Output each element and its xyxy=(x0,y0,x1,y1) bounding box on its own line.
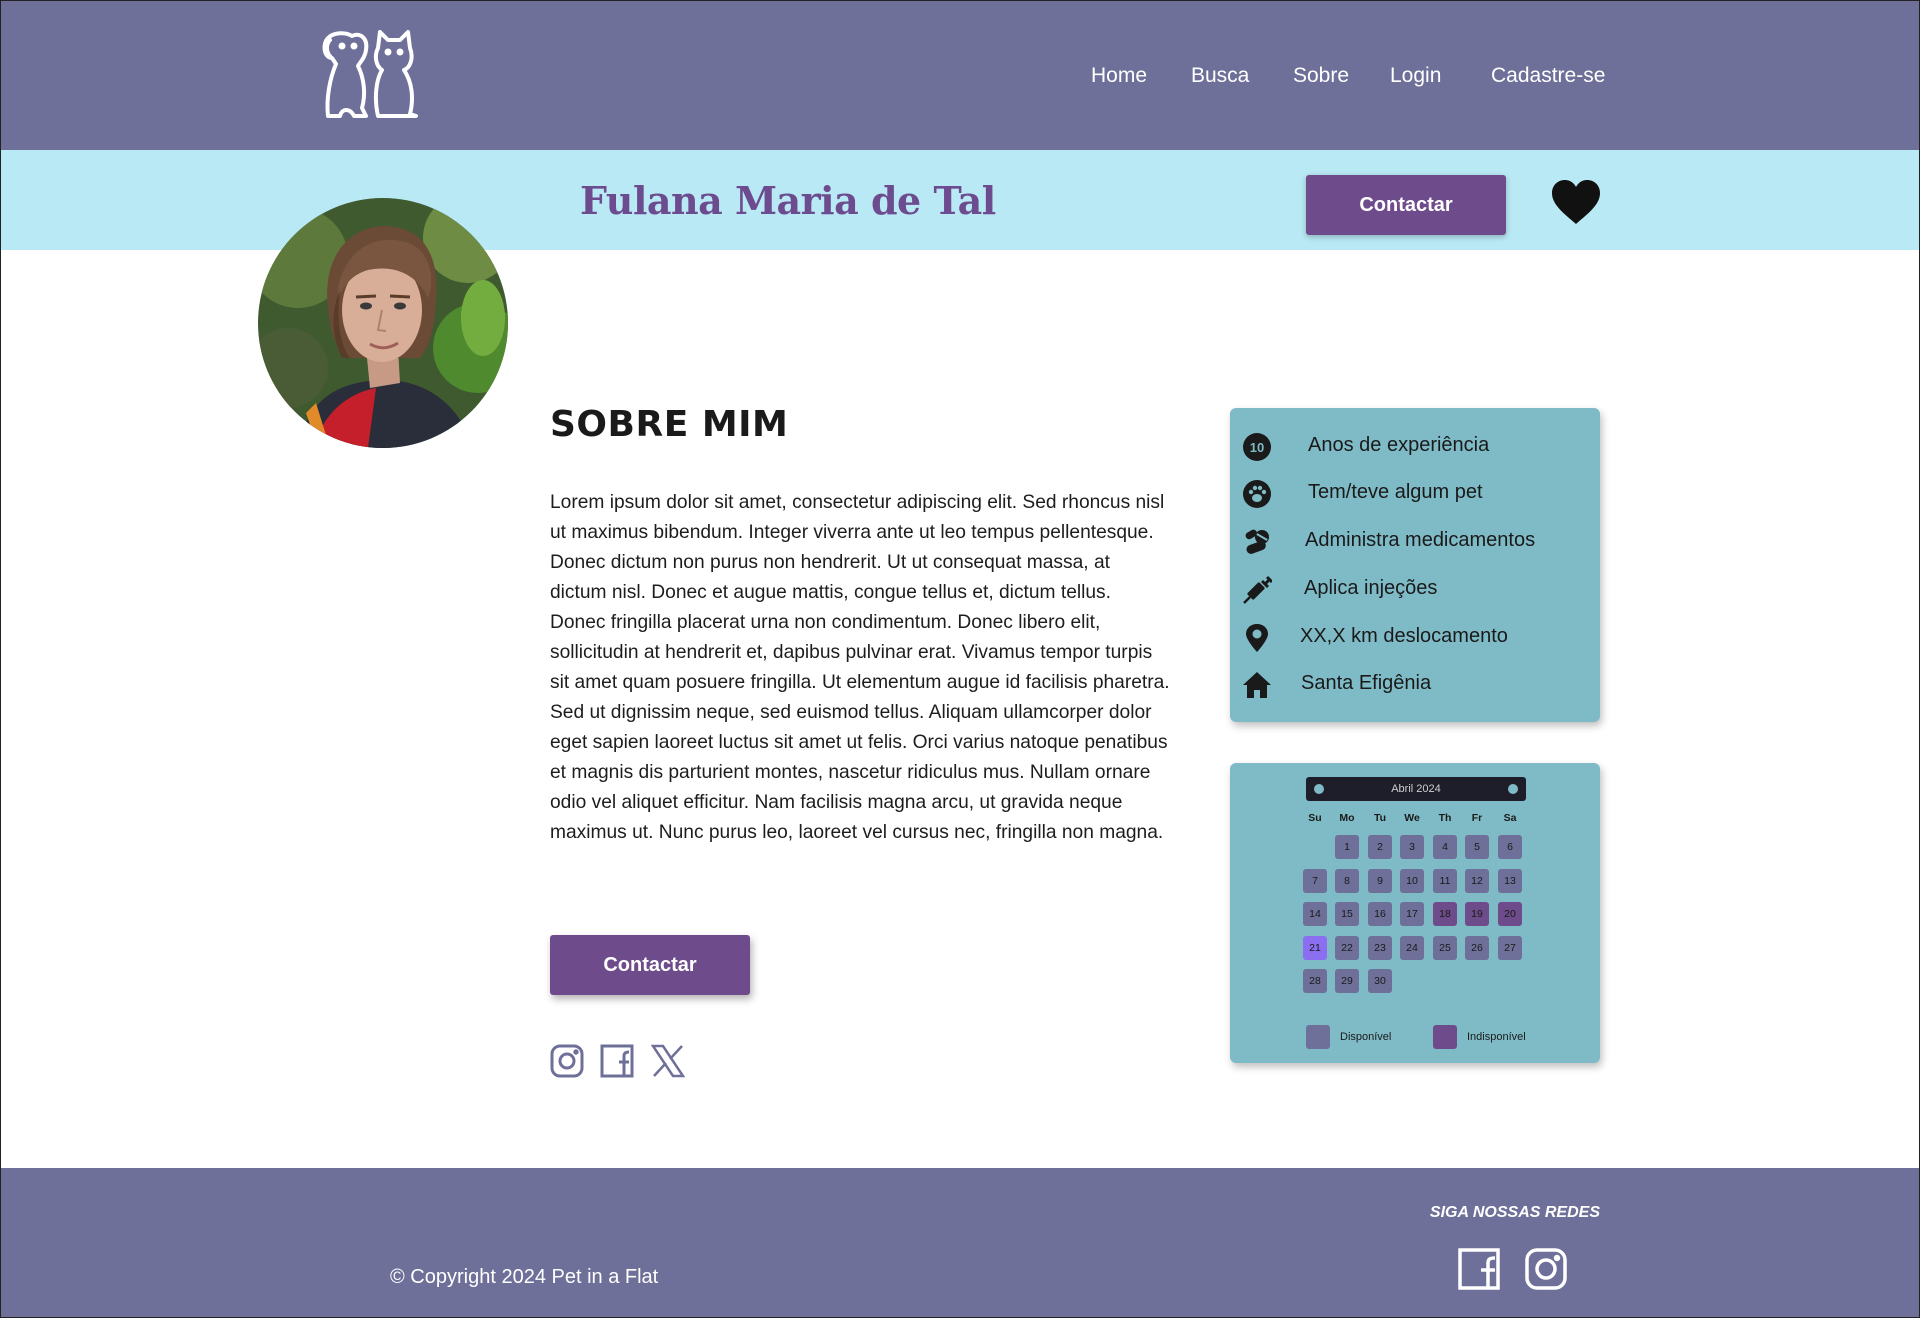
calendar-next-button[interactable] xyxy=(1508,784,1518,794)
calendar-day[interactable]: 3 xyxy=(1400,835,1424,859)
calendar-day[interactable]: 11 xyxy=(1433,868,1457,893)
info-item-medication: Administra medicamentos xyxy=(1230,521,1600,561)
info-item-distance: XX,X km deslocamento xyxy=(1230,617,1600,657)
calendar-day[interactable]: 28 xyxy=(1303,969,1327,993)
location-pin-icon xyxy=(1246,624,1268,652)
calendar-day[interactable]: 7 xyxy=(1303,868,1327,893)
paw-icon xyxy=(1243,480,1271,508)
contact-button-main[interactable]: Contactar xyxy=(550,935,750,995)
profile-social-links xyxy=(550,1044,700,1078)
experience-badge-text: 10 xyxy=(1250,440,1264,455)
contact-button-top[interactable]: Contactar xyxy=(1306,175,1506,235)
footer-facebook-icon[interactable] xyxy=(1458,1248,1500,1290)
info-label-experience: Anos de experiência xyxy=(1308,434,1490,456)
calendar-month-label: Abril 2024 xyxy=(1391,783,1441,795)
calendar-day[interactable]: 15 xyxy=(1335,902,1359,926)
nav-login[interactable]: Login xyxy=(1390,58,1441,94)
calendar-day[interactable]: 18 xyxy=(1433,902,1457,926)
calendar-day[interactable]: 24 xyxy=(1400,935,1424,960)
legend-available-swatch xyxy=(1306,1025,1330,1049)
calendar-day[interactable]: 19 xyxy=(1465,902,1489,926)
facebook-icon[interactable] xyxy=(600,1044,634,1078)
calendar-weekday: Sa xyxy=(1503,812,1517,824)
calendar-weekday: Su xyxy=(1308,812,1322,824)
availability-calendar: Abril 2024 Disponível Indisponível Su Mo T… xyxy=(1230,763,1600,1063)
site-footer: © Copyright 2024 Pet in a Flat SIGA NOSS… xyxy=(0,1168,1920,1318)
calendar-day[interactable]: 2 xyxy=(1368,835,1392,859)
nav-busca[interactable]: Busca xyxy=(1191,58,1249,94)
calendar-weekday: Th xyxy=(1438,812,1452,824)
info-label-neighborhood: Santa Efigênia xyxy=(1301,672,1432,694)
experience-10-icon: 10 xyxy=(1243,433,1271,461)
calendar-day[interactable]: 5 xyxy=(1465,835,1489,859)
calendar-day[interactable]: 4 xyxy=(1433,835,1457,859)
calendar-header: Abril 2024 xyxy=(1306,777,1526,801)
instagram-icon[interactable] xyxy=(550,1044,584,1078)
nav-sobre[interactable]: Sobre xyxy=(1293,58,1349,94)
copyright-text: © Copyright 2024 Pet in a Flat xyxy=(390,1266,659,1288)
calendar-weekday: Tu xyxy=(1373,812,1387,824)
legend-unavailable-swatch xyxy=(1433,1025,1457,1049)
calendar-day[interactable]: 16 xyxy=(1368,902,1392,926)
calendar-day[interactable]: 30 xyxy=(1368,969,1392,993)
profile-avatar xyxy=(258,198,508,448)
profile-name: Fulana Maria de Tal xyxy=(580,178,996,223)
home-icon xyxy=(1243,672,1271,698)
footer-instagram-icon[interactable] xyxy=(1525,1248,1567,1290)
calendar-day[interactable]: 29 xyxy=(1335,969,1359,993)
info-card: 10 Anos de experiência Tem/teve algum pe… xyxy=(1230,408,1600,722)
calendar-day[interactable]: 10 xyxy=(1400,868,1424,893)
calendar-weekday: We xyxy=(1404,812,1420,824)
calendar-day[interactable]: 13 xyxy=(1498,868,1522,893)
info-item-experience: 10 Anos de experiência xyxy=(1230,426,1600,466)
calendar-weekday: Fr xyxy=(1471,812,1483,824)
calendar-day[interactable]: 1 xyxy=(1335,835,1359,859)
calendar-day[interactable]: 6 xyxy=(1498,835,1522,859)
nav-home[interactable]: Home xyxy=(1091,58,1147,94)
calendar-day[interactable]: 12 xyxy=(1465,868,1489,893)
main-nav: Home Busca Sobre Login Cadastre-se xyxy=(0,58,1920,94)
calendar-day[interactable]: 21 xyxy=(1303,935,1327,960)
calendar-day[interactable]: 8 xyxy=(1335,868,1359,893)
calendar-day[interactable]: 14 xyxy=(1303,902,1327,926)
info-item-pet: Tem/teve algum pet xyxy=(1230,473,1600,513)
legend-available-label: Disponível xyxy=(1340,1031,1392,1043)
site-header: Home Busca Sobre Login Cadastre-se xyxy=(0,0,1920,150)
info-item-neighborhood: Santa Efigênia xyxy=(1230,664,1600,704)
calendar-day[interactable]: 17 xyxy=(1400,902,1424,926)
x-icon[interactable] xyxy=(651,1044,685,1078)
calendar-day[interactable]: 23 xyxy=(1368,935,1392,960)
nav-cadastre-se[interactable]: Cadastre-se xyxy=(1491,58,1605,94)
info-label-pet: Tem/teve algum pet xyxy=(1308,481,1483,503)
calendar-day[interactable]: 25 xyxy=(1433,935,1457,960)
info-label-medication: Administra medicamentos xyxy=(1305,529,1536,551)
calendar-weekday: Mo xyxy=(1339,812,1355,824)
info-label-injection: Aplica injeções xyxy=(1304,577,1438,599)
calendar-day[interactable]: 26 xyxy=(1465,935,1489,960)
calendar-day[interactable]: 22 xyxy=(1335,935,1359,960)
calendar-day[interactable]: 27 xyxy=(1498,935,1522,960)
legend-unavailable-label: Indisponível xyxy=(1467,1031,1526,1043)
syringe-icon xyxy=(1243,575,1272,604)
about-text: Lorem ipsum dolor sit amet, consectetur … xyxy=(550,492,1170,843)
calendar-day[interactable]: 20 xyxy=(1498,902,1522,926)
about-title: SOBRE MIM xyxy=(550,404,789,445)
follow-title: SIGA NOSSAS REDES xyxy=(1429,1204,1600,1221)
info-label-distance: XX,X km deslocamento xyxy=(1300,625,1508,647)
calendar-day[interactable]: 9 xyxy=(1368,868,1392,893)
info-item-injection: Aplica injeções xyxy=(1230,569,1600,609)
pills-icon xyxy=(1245,529,1269,554)
heart-icon[interactable] xyxy=(1552,180,1600,226)
